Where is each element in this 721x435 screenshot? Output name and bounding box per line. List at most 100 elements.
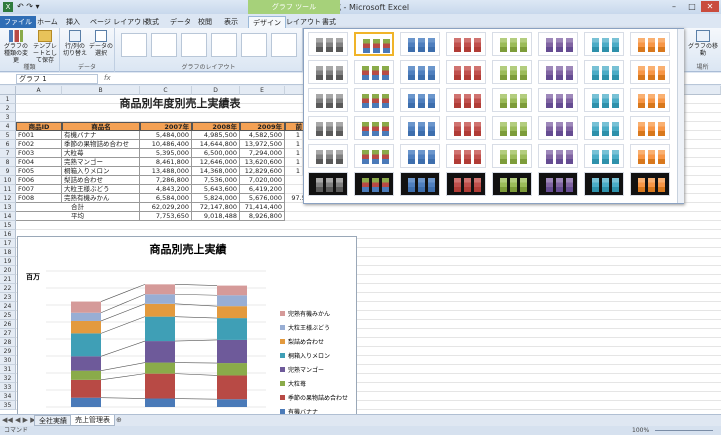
chart-style-29[interactable] <box>492 116 532 140</box>
bar-segment[interactable] <box>71 312 101 321</box>
bar-segment[interactable] <box>217 375 247 400</box>
row-header[interactable]: 23 <box>0 293 16 302</box>
chart-area[interactable]: 商品別売上実績 百万 完熟有機みかん 大粒王様ぶどう 梨詰め合わせ 桐箱入りメロン 完熟… <box>17 236 357 414</box>
table-cell[interactable]: 14,368,000 <box>192 167 240 176</box>
table-cell-partial[interactable]: 1 <box>285 131 303 140</box>
chart-style-41[interactable] <box>308 172 348 196</box>
column-header[interactable]: B <box>62 86 140 95</box>
chart-style-26[interactable] <box>354 116 394 140</box>
table-cell-partial[interactable]: 1 <box>285 167 303 176</box>
column-header[interactable]: A <box>16 86 62 95</box>
change-chart-type-button[interactable]: グラフの種類の変更 <box>2 30 30 64</box>
table-cell[interactable]: 4,582,500 <box>240 131 285 140</box>
close-icon[interactable]: ✕ <box>701 1 719 12</box>
row-header[interactable]: 22 <box>0 284 16 293</box>
table-cell[interactable]: 7,286,800 <box>140 176 192 185</box>
chart-style-47[interactable] <box>584 172 624 196</box>
table-cell-partial[interactable]: 1 <box>285 158 303 167</box>
row-header[interactable]: 29 <box>0 347 16 356</box>
row-header[interactable]: 32 <box>0 374 16 383</box>
table-cell[interactable]: 有機バナナ <box>62 131 140 140</box>
table-cell[interactable]: 桐箱入りメロン <box>62 167 140 176</box>
tab-formulas[interactable]: 数式 <box>141 16 163 28</box>
layout-6-thumbnail[interactable] <box>271 33 297 57</box>
table-cell[interactable]: 完熟有機みかん <box>62 194 140 203</box>
chart-style-43[interactable] <box>400 172 440 196</box>
table-header-cell[interactable]: 商品名 <box>62 122 140 131</box>
row-header[interactable]: 2 <box>0 104 16 113</box>
bar-segment[interactable] <box>71 301 101 313</box>
save-template-button[interactable]: テンプレートとして保存 <box>31 30 59 64</box>
table-cell[interactable]: 季節の果物詰め合わせ <box>62 140 140 149</box>
row-header[interactable]: 6 <box>0 140 16 149</box>
sheet-tab-2[interactable]: 売上管理表 <box>70 415 115 426</box>
table-cell-partial[interactable]: 1 <box>285 149 303 158</box>
bar-segment[interactable] <box>71 320 101 334</box>
chart-style-4[interactable] <box>446 32 486 56</box>
zoom-slider[interactable] <box>655 430 713 431</box>
table-cell[interactable]: 6,584,000 <box>140 194 192 203</box>
tab-format[interactable]: 書式 <box>318 16 340 28</box>
chart-style-21[interactable] <box>492 88 532 112</box>
chart-style-40[interactable] <box>630 144 670 168</box>
table-header-cell[interactable]: 2008年 <box>192 122 240 131</box>
table-cell[interactable]: 7,020,000 <box>240 176 285 185</box>
table-cell[interactable]: F001 <box>16 131 62 140</box>
chart-style-15[interactable] <box>584 60 624 84</box>
table-cell[interactable]: 大粒王様ぶどう <box>62 185 140 194</box>
chart-style-31[interactable] <box>584 116 624 140</box>
name-box[interactable]: グラフ 1 <box>16 74 98 84</box>
chart-style-32[interactable] <box>630 116 670 140</box>
table-cell[interactable]: 12,646,000 <box>192 158 240 167</box>
chart-style-16[interactable] <box>630 60 670 84</box>
chart-style-6[interactable] <box>538 32 578 56</box>
bar-segment[interactable] <box>217 363 247 376</box>
bar-segment[interactable] <box>145 373 175 399</box>
table-cell[interactable]: 4,843,200 <box>140 185 192 194</box>
row-header[interactable]: 25 <box>0 311 16 320</box>
chart-style-25[interactable] <box>308 116 348 140</box>
bar-segment[interactable] <box>217 295 247 307</box>
bar-segment[interactable] <box>145 316 175 342</box>
row-header[interactable]: 1 <box>0 95 16 104</box>
layout-5-thumbnail[interactable] <box>241 33 267 57</box>
bar-segment[interactable] <box>217 285 247 296</box>
row-header[interactable]: 15 <box>0 221 16 230</box>
row-header[interactable]: 9 <box>0 167 16 176</box>
zoom-level[interactable]: 100% <box>632 426 649 435</box>
average-row-cell[interactable]: 7,753,650 <box>140 212 192 221</box>
table-cell[interactable]: 13,620,600 <box>240 158 285 167</box>
table-header-cell[interactable]: 2007年 <box>140 122 192 131</box>
row-header[interactable]: 26 <box>0 320 16 329</box>
layout-2-thumbnail[interactable] <box>151 33 177 57</box>
total-row-label[interactable]: 合計 <box>16 203 140 212</box>
chart-style-2[interactable] <box>354 32 394 56</box>
row-header[interactable]: 3 <box>0 113 16 122</box>
row-header[interactable]: 4 <box>0 122 16 131</box>
chart-style-28[interactable] <box>446 116 486 140</box>
row-header[interactable]: 16 <box>0 230 16 239</box>
tab-file[interactable]: ファイル <box>0 16 36 28</box>
row-header[interactable]: 8 <box>0 158 16 167</box>
tab-design[interactable]: デザイン <box>248 16 286 28</box>
gallery-scrollbar[interactable] <box>677 29 684 203</box>
column-header[interactable]: C <box>140 86 192 95</box>
move-chart-button[interactable]: グラフの移動 <box>687 30 719 57</box>
table-cell[interactable]: 5,484,000 <box>140 131 192 140</box>
chart-style-10[interactable] <box>354 60 394 84</box>
table-cell[interactable]: 梨詰め合わせ <box>62 176 140 185</box>
table-cell[interactable]: 5,643,600 <box>192 185 240 194</box>
chart-style-3[interactable] <box>400 32 440 56</box>
table-cell[interactable]: 10,486,400 <box>140 140 192 149</box>
average-row-cell[interactable]: 9,018,488 <box>192 212 240 221</box>
bar-segment[interactable] <box>217 306 247 319</box>
chart-style-17[interactable] <box>308 88 348 112</box>
row-header[interactable]: 33 <box>0 383 16 392</box>
total-row-cell[interactable]: 71,414,400 <box>240 203 285 212</box>
sheet-tab-1[interactable]: 全社実績 <box>34 415 72 426</box>
tab-view[interactable]: 表示 <box>220 16 242 28</box>
row-header[interactable]: 30 <box>0 356 16 365</box>
table-header-cell[interactable]: 商品ID <box>16 122 62 131</box>
chart-style-48[interactable] <box>630 172 670 196</box>
bar-segment[interactable] <box>217 339 247 364</box>
